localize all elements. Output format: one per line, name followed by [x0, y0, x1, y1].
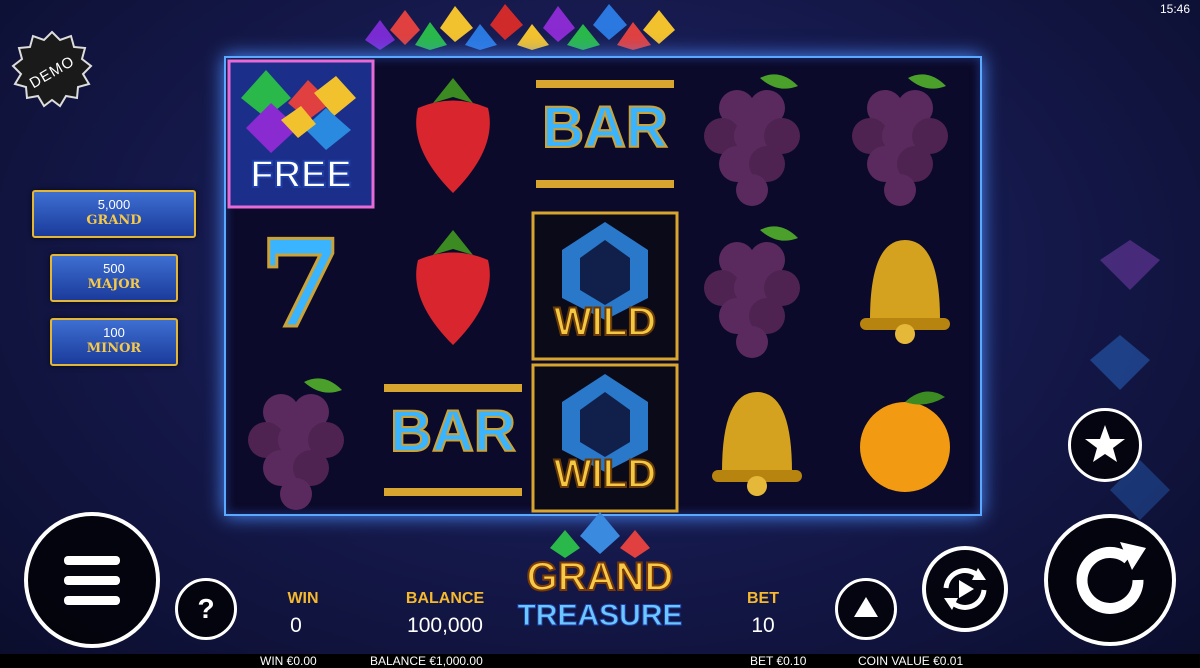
jackpot-grand-amount: 5,000	[97, 197, 131, 212]
symbol-orange	[830, 362, 980, 514]
jackpot-minor-label: MINOR	[86, 341, 142, 356]
gems-decoration	[365, 4, 675, 50]
jackpot-major-label: MAJOR	[87, 277, 141, 292]
star-icon	[1085, 425, 1125, 462]
free-label: FREE	[249, 153, 352, 197]
symbol-grapes	[682, 58, 832, 210]
symbol-grapes	[682, 210, 832, 362]
footer-bet: BET €0.10	[750, 654, 807, 668]
jackpot-minor: 100 MINOR	[50, 318, 178, 366]
logo-line1: GRAND	[526, 555, 675, 599]
symbol-grapes	[226, 362, 376, 514]
hamburger-icon	[64, 556, 120, 605]
footer-win: WIN €0.00	[260, 654, 317, 668]
jackpot-major-amount: 500	[103, 261, 125, 276]
bet-label: BET	[747, 590, 779, 607]
symbol-strawberry	[378, 210, 528, 362]
symbol-wild: WILD	[530, 362, 680, 514]
logo-line2: TREASURE	[517, 599, 683, 632]
jackpot-major: 500 MAJOR	[50, 254, 178, 302]
footer-balance: BALANCE €1,000.00	[370, 654, 483, 668]
triangle-up-icon	[854, 597, 878, 617]
wild-label: WILD	[553, 299, 657, 345]
spin-icon	[1076, 542, 1146, 614]
bet-value: 10	[751, 614, 775, 637]
symbol-seven: 7	[226, 210, 376, 362]
game-logo: GRAND TREASURE	[505, 508, 695, 638]
win-label: WIN	[287, 590, 319, 607]
logo-gems	[550, 512, 650, 558]
symbol-bar: BAR	[378, 362, 528, 514]
bar-label: BAR	[541, 94, 669, 161]
jackpot-grand-label: GRAND	[86, 213, 142, 228]
footer-bar: WIN €0.00 BALANCE €1,000.00 BET €0.10 CO…	[0, 654, 1200, 668]
help-icon: ?	[197, 593, 215, 624]
reel-grid: FREE 7 BAR BAR WILD WILD	[224, 56, 982, 516]
footer-coin-value: COIN VALUE €0.01	[858, 654, 964, 668]
bet-increase-button[interactable]	[835, 578, 897, 640]
demo-badge: DEMO	[10, 30, 94, 114]
floating-gems-decoration	[1090, 240, 1170, 520]
reel-5	[830, 58, 980, 514]
bar-label: BAR	[389, 398, 517, 465]
symbol-bell	[682, 362, 832, 514]
autoplay-icon	[943, 568, 987, 610]
help-button[interactable]: ?	[175, 578, 237, 640]
seven-label: 7	[258, 214, 345, 355]
symbol-bar: BAR	[530, 58, 680, 210]
reel-1: FREE 7	[226, 58, 376, 514]
balance-label: BALANCE	[405, 590, 485, 607]
symbol-strawberry	[378, 58, 528, 210]
balance-value: 100,000	[407, 614, 483, 637]
symbol-bell	[830, 210, 980, 362]
wild-label: WILD	[553, 451, 657, 497]
status-clock: 15:46	[1159, 2, 1190, 16]
jackpot-minor-amount: 100	[103, 325, 125, 340]
symbol-free: FREE	[226, 58, 376, 210]
win-value: 0	[290, 614, 302, 637]
symbol-grapes	[830, 58, 980, 210]
autoplay-button[interactable]	[922, 546, 1008, 632]
reel-2: BAR	[378, 58, 528, 514]
reel-4	[682, 58, 832, 514]
menu-button[interactable]	[24, 512, 160, 648]
reel-3: BAR WILD WILD	[530, 58, 680, 514]
favorite-button[interactable]	[1068, 408, 1142, 482]
symbol-wild: WILD	[530, 210, 680, 362]
jackpot-grand: 5,000 GRAND	[32, 190, 196, 238]
spin-button[interactable]	[1044, 514, 1176, 646]
